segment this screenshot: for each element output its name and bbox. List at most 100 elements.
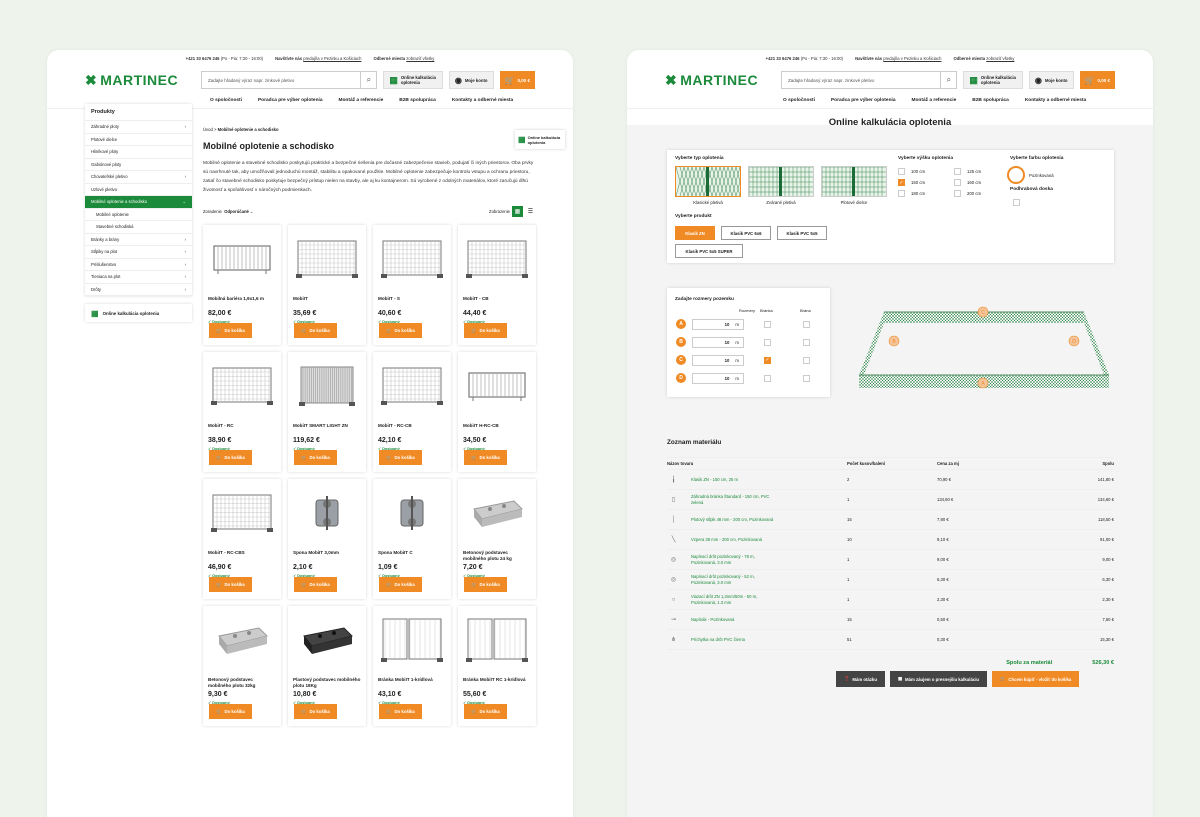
grid-view-icon[interactable]: ▦ — [512, 205, 523, 217]
product-card[interactable]: MobiIT H-RC-CB 34,50 € ✓ Dostupný 🛒 Do košík… — [458, 352, 536, 472]
gate-checkbox[interactable] — [803, 320, 810, 328]
height-option[interactable]: 200 cm — [954, 190, 981, 197]
wicket-checkbox[interactable] — [764, 374, 771, 382]
product-card[interactable]: MobiIT - S 40,60 € ✓ Dostupný 🛒 Do košíka — [373, 225, 451, 345]
product-option-button[interactable]: Klasik PVC 5x5 SUPER — [675, 244, 743, 258]
product-card[interactable]: Spona MobiIT 3,0mm 2,10 € ✓ Dostupný 🛒 Do ko… — [288, 479, 366, 599]
account-button[interactable]: ◉ Moje konto — [448, 71, 494, 89]
product-card[interactable]: Betonový podstavec mobilného plotu 32kg 9… — [203, 606, 281, 726]
sidebar-item[interactable]: Hliníkové ploty — [85, 146, 192, 159]
logo[interactable]: ✖ MARTINEC — [85, 72, 195, 89]
dimension-input[interactable]: 10 m — [692, 318, 744, 330]
height-checkbox[interactable] — [898, 168, 905, 175]
add-to-cart-button[interactable]: 🛒 Do košíka — [294, 323, 337, 338]
product-card[interactable]: MobiIT 35,69 € ✓ Dostupný 🛒 Do košíka — [288, 225, 366, 345]
product-image[interactable] — [293, 230, 361, 288]
sidebar-item[interactable]: Mobilné oplotenie — [85, 209, 192, 221]
add-to-cart-button[interactable]: 🛒 Do košíka — [379, 323, 422, 338]
product-name[interactable]: MobiIT SMART LIGHT ZN — [293, 423, 361, 437]
gate-checkbox[interactable] — [803, 374, 810, 382]
height-checkbox[interactable] — [954, 168, 961, 175]
dimension-input[interactable]: 10 m — [692, 372, 744, 384]
sort-select[interactable]: Odporúčané — [224, 209, 249, 214]
nav-link[interactable]: Montáž a referencie — [912, 98, 957, 103]
product-image[interactable] — [378, 357, 446, 415]
product-image[interactable] — [463, 357, 531, 415]
search-input[interactable]: Zadajte hľadaný výraz napr. zinkové plet… — [201, 71, 378, 89]
list-view-icon[interactable]: ☰ — [525, 206, 536, 217]
visit-link[interactable]: predajňa v Pezinku a Košiciach — [303, 56, 361, 61]
product-image[interactable] — [463, 611, 531, 669]
product-name[interactable]: Betonový podstavec mobilného plotu 24 kg — [463, 550, 531, 564]
material-name[interactable]: Viazací drôt ZN 1,3mm/50m - 50 m, Pozink… — [691, 594, 781, 606]
visit-link[interactable]: predajňa v Pezinku a Košiciach — [883, 56, 941, 61]
sidebar-item[interactable]: Drôty › — [85, 284, 192, 296]
product-card[interactable]: Spona MobiIT C 1,09 € ✓ Dostupný 🛒 Do košíka — [373, 479, 451, 599]
calc-button[interactable]: ▦ Online kalkulácia oplotenia — [383, 71, 443, 89]
product-card[interactable]: MobiIT - RC-CB 42,10 € ✓ Dostupný 🛒 Do košík… — [373, 352, 451, 472]
material-name[interactable]: Napínák - Pozinkovaná — [691, 617, 781, 623]
add-to-cart-button[interactable]: 🛒 Do košíka — [209, 704, 252, 719]
product-name[interactable]: Plastový podstavec mobilného plotu 18Kg — [293, 677, 361, 691]
wicket-checkbox[interactable] — [764, 338, 771, 346]
board-checkbox[interactable] — [1013, 199, 1020, 206]
calc-button[interactable]: ▦ Online kalkulácia oplotenia — [963, 71, 1023, 89]
sidebar-item[interactable]: Chovateľské pletivo › — [85, 171, 192, 184]
search-icon[interactable]: ⌕ — [360, 72, 376, 88]
product-name[interactable]: Bránka MobiIT 1-krídlová — [378, 677, 446, 691]
sidebar-item[interactable]: Príslušenstvo › — [85, 259, 192, 271]
product-name[interactable]: MobiIT - CB — [463, 296, 531, 310]
nav-link[interactable]: Montáž a referencie — [339, 98, 384, 103]
sidebar-item[interactable]: Plotové dielce — [85, 134, 192, 146]
add-to-cart-button[interactable]: 🛒 Do košíka — [294, 450, 337, 465]
material-name[interactable]: Vzpera 38 mm - 200 cm, Pozinkovaná — [691, 537, 781, 543]
search-icon[interactable]: ⌕ — [940, 72, 956, 88]
product-name[interactable]: MobiIT - RC-CB — [378, 423, 446, 437]
question-button[interactable]: ❓ Mám otázku — [836, 671, 885, 687]
product-name[interactable]: Spona MobiIT 3,0mm — [293, 550, 361, 564]
height-checkbox[interactable]: ✓ — [898, 179, 905, 186]
product-image[interactable] — [208, 484, 276, 542]
product-image[interactable] — [293, 611, 361, 669]
buy-button[interactable]: 🛒 Chcem kúpiť - vložiť do košíka — [992, 671, 1080, 687]
fence-type-option[interactable] — [821, 166, 887, 197]
height-checkbox[interactable] — [954, 179, 961, 186]
product-option-button[interactable]: Klasik ZN — [675, 226, 715, 240]
product-image[interactable] — [378, 611, 446, 669]
search-input[interactable]: Zadajte hľadaný výraz napr. zinkové plet… — [781, 71, 958, 89]
sidebar-item[interactable]: Bránky a brány › — [85, 234, 192, 246]
nav-link[interactable]: Poradca pre výber oplotenia — [831, 98, 896, 103]
product-card[interactable]: MobiIT - RC 38,90 € ✓ Dostupný 🛒 Do košíka — [203, 352, 281, 472]
logo[interactable]: ✖ MARTINEC — [665, 72, 775, 89]
add-to-cart-button[interactable]: 🛒 Do košíka — [379, 450, 422, 465]
add-to-cart-button[interactable]: 🛒 Do košíka — [209, 323, 252, 338]
sidebar-item[interactable]: Uzlové pletivo — [85, 184, 192, 196]
product-card[interactable]: Mobilná bariéra 1,9x1,6 m 82,00 € ✓ Dostup… — [203, 225, 281, 345]
sidebar-item[interactable]: Stĺpiky na plot › — [85, 246, 192, 259]
sidebar-item[interactable]: Stavebné schodiská — [85, 221, 192, 234]
material-name[interactable]: Klasik ZN - 150 cm, 25 m — [691, 477, 781, 483]
sidebar-item[interactable]: Gabiónové ploty — [85, 159, 192, 171]
product-image[interactable] — [293, 357, 361, 415]
material-name[interactable]: Záhradná bránka Štandard - 150 cm, PVC z… — [691, 494, 781, 506]
product-image[interactable] — [463, 484, 531, 542]
product-image[interactable] — [293, 484, 361, 542]
product-image[interactable] — [378, 484, 446, 542]
product-card[interactable]: MobiIT - CB 44,40 € ✓ Dostupný 🛒 Do košíka — [458, 225, 536, 345]
cart-button[interactable]: 🛒 0,00 € — [1079, 71, 1115, 89]
sidebar-item[interactable]: Tieniaca na plot › — [85, 271, 192, 284]
product-image[interactable] — [208, 230, 276, 288]
product-card[interactable]: Plastový podstavec mobilného plotu 18Kg 1… — [288, 606, 366, 726]
product-image[interactable] — [378, 230, 446, 288]
dimension-input[interactable]: 10 m — [692, 336, 744, 348]
height-option[interactable]: 100 cm — [898, 168, 925, 175]
sidebar-calc-link[interactable]: ▦ Online kalkulácia oplotenia — [85, 304, 192, 322]
material-name[interactable]: Príchytka na drôt PVC čierna — [691, 637, 781, 643]
sidebar-item[interactable]: Záhradné ploty › — [85, 121, 192, 134]
height-checkbox[interactable] — [898, 190, 905, 197]
account-button[interactable]: ◉ Moje konto — [1028, 71, 1074, 89]
product-name[interactable]: MobiIT - RC — [208, 423, 276, 437]
product-card[interactable]: Bránka MobiIT RC 1-krídlová 55,60 € ✓ Dost… — [458, 606, 536, 726]
nav-link[interactable]: Kontakty a odberné miesta — [452, 98, 513, 103]
nav-link[interactable]: Kontakty a odberné miesta — [1025, 98, 1086, 103]
